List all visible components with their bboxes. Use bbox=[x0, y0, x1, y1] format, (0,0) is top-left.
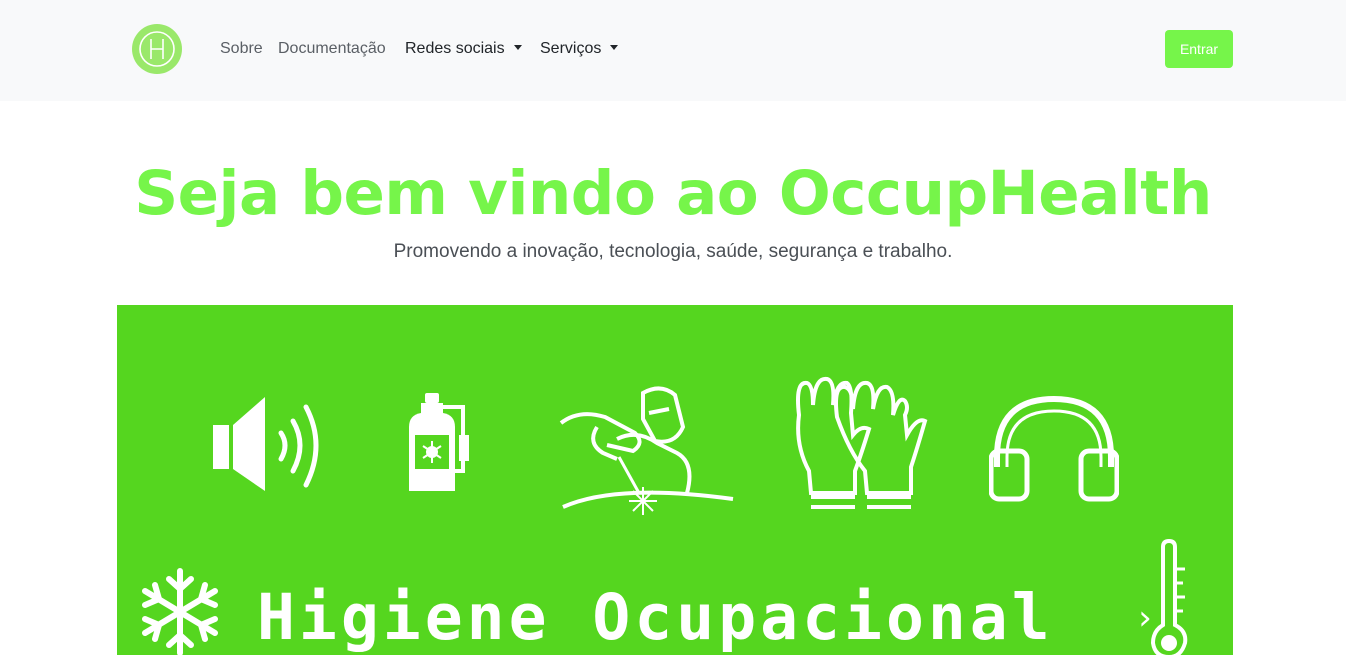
nav-link-documentacao[interactable]: Documentação bbox=[278, 39, 386, 59]
nav-dropdown-servicos[interactable]: Serviços bbox=[540, 39, 619, 59]
page-subtitle: Promovendo a inovação, tecnologia, saúde… bbox=[393, 241, 953, 262]
speaker-icon bbox=[213, 397, 319, 491]
gloves-icon bbox=[796, 376, 928, 509]
welder-icon bbox=[559, 386, 734, 515]
banner-title: Higiene Ocupacional bbox=[257, 581, 1054, 654]
headphones-icon bbox=[989, 395, 1119, 502]
nav-link-sobre[interactable]: Sobre bbox=[220, 39, 263, 59]
login-button[interactable]: Entrar bbox=[1165, 30, 1233, 68]
navbar: Sobre Documentação Redes sociais Serviço… bbox=[0, 0, 1346, 101]
page-title: Seja bem vindo ao OccupHealth bbox=[134, 158, 1212, 229]
nav-dropdown-label: Redes sociais bbox=[405, 40, 505, 57]
brand-logo-icon[interactable] bbox=[131, 23, 183, 75]
nav-dropdown-redes-sociais[interactable]: Redes sociais bbox=[405, 39, 522, 59]
snowflake-icon bbox=[142, 568, 218, 655]
nav-dropdown-label: Serviços bbox=[540, 40, 602, 57]
carousel-banner: Higiene Ocupacional › bbox=[117, 305, 1233, 655]
caret-down-icon bbox=[610, 45, 619, 50]
carousel-next-icon[interactable]: › bbox=[1135, 598, 1155, 638]
caret-down-icon bbox=[513, 45, 522, 50]
pesticide-sprayer-icon bbox=[409, 393, 469, 491]
